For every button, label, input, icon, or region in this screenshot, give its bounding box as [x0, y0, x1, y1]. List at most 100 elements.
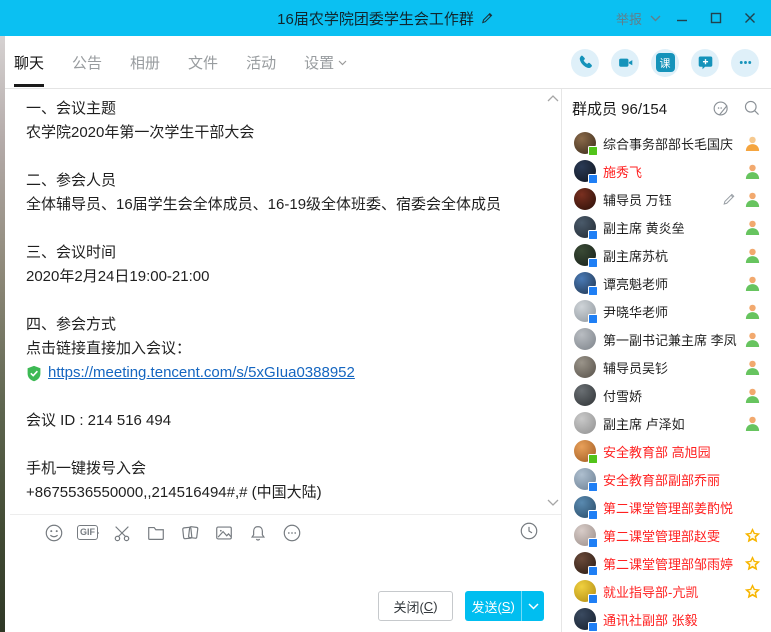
tab-label: 相册	[130, 52, 160, 73]
blank-line	[26, 289, 537, 313]
tab-bar: 聊天公告 相册 文件 活动 设置 课	[0, 36, 771, 89]
tab-聊天[interactable]: 聊天	[14, 36, 44, 89]
class-badge-label: 课	[656, 53, 675, 72]
maximize-button[interactable]	[703, 5, 729, 31]
member-row[interactable]: 施秀飞	[562, 157, 771, 185]
blank-line	[26, 145, 537, 169]
member-row[interactable]: 第二课堂管理部赵雯	[562, 521, 771, 549]
avatar	[574, 300, 596, 322]
member-level-person-icon	[744, 219, 761, 236]
report-button[interactable]: 举报	[616, 9, 642, 28]
emoji-icon[interactable]	[43, 522, 65, 544]
online-badge	[588, 482, 598, 492]
message-history-icon[interactable]	[519, 521, 541, 543]
chat-panel: 一、会议主题农学院2020年第一次学生干部大会二、参会人员全体辅导员、16届学生…	[5, 89, 561, 632]
member-name: 付雪娇	[603, 386, 737, 405]
edit-member-card-icon[interactable]	[721, 191, 737, 207]
member-row[interactable]: 副主席苏杭	[562, 241, 771, 269]
avatar	[574, 608, 596, 630]
gif-label: GIF	[77, 525, 98, 540]
avatar	[574, 244, 596, 266]
image-icon[interactable]	[213, 522, 235, 544]
tab-label: 活动	[246, 52, 276, 73]
chat-text-line: 点击链接直接加入会议：	[26, 337, 537, 361]
chat-text-line: 四、参会方式	[26, 313, 537, 337]
avatar	[574, 272, 596, 294]
avatar	[574, 468, 596, 490]
avatar	[574, 132, 596, 154]
member-name: 安全教育部副部乔丽	[603, 470, 761, 489]
close-button[interactable]	[737, 5, 763, 31]
gif-icon[interactable]: GIF	[77, 522, 99, 544]
member-level-person-icon	[744, 303, 761, 320]
avatar	[574, 496, 596, 518]
send-button[interactable]: 发送(S)	[465, 591, 544, 621]
more-tools-icon[interactable]	[281, 522, 303, 544]
member-name: 副主席 卢泽如	[603, 414, 737, 433]
online-badge	[588, 622, 598, 632]
chat-text-line: 三、会议时间	[26, 241, 537, 265]
member-row[interactable]: 副主席 黄炎垒	[562, 213, 771, 241]
qq-group-chat-window: 16届农学院团委学生会工作群 举报 聊天公告相册文件活动设置	[0, 0, 771, 632]
send-options-chevron-icon[interactable]	[521, 591, 544, 621]
tab-文件[interactable]: 文件	[188, 36, 218, 89]
tab-公告[interactable]: 公告	[72, 36, 102, 89]
member-row[interactable]: 辅导员吴钐	[562, 353, 771, 381]
member-row[interactable]: 第二课堂管理部邹雨婷	[562, 549, 771, 577]
member-level-person-icon	[744, 247, 761, 264]
video-call-icon[interactable]	[611, 49, 639, 77]
minimize-button[interactable]	[669, 5, 695, 31]
tab-相册[interactable]: 相册	[130, 36, 160, 89]
file-folder-icon[interactable]	[145, 522, 167, 544]
member-row[interactable]: 通讯社副部 张毅	[562, 605, 771, 632]
member-name: 辅导员 万钰	[603, 190, 714, 209]
edit-title-icon[interactable]	[480, 11, 494, 25]
member-level-person-icon	[744, 191, 761, 208]
member-name: 尹晓华老师	[603, 302, 737, 321]
screenshot-scissors-icon[interactable]	[111, 522, 133, 544]
report-chevron-icon[interactable]	[650, 15, 661, 22]
class-icon[interactable]: 课	[651, 49, 679, 77]
member-name: 辅导员吴钐	[603, 358, 737, 377]
chat-text-line: 会议 ID : 214 516 494	[26, 409, 537, 433]
star-icon	[744, 527, 761, 544]
avatar	[574, 328, 596, 350]
search-icon[interactable]	[743, 99, 761, 117]
member-row[interactable]: 尹晓华老师	[562, 297, 771, 325]
member-row[interactable]: 付雪娇	[562, 381, 771, 409]
chat-text-line: 二、参会人员	[26, 169, 537, 193]
member-row[interactable]: 谭亮魁老师	[562, 269, 771, 297]
tab-label: 设置	[304, 52, 334, 73]
close-chat-button[interactable]: 关闭(C)	[378, 591, 453, 621]
online-badge	[588, 454, 598, 464]
scroll-up-icon[interactable]	[546, 93, 560, 103]
meeting-link[interactable]: https://meeting.tencent.com/s/5xGIua0388…	[48, 361, 355, 385]
more-icon[interactable]	[731, 49, 759, 77]
member-row[interactable]: 安全教育部 高旭园	[562, 437, 771, 465]
tab-活动[interactable]: 活动	[246, 36, 276, 89]
member-row[interactable]: 就业指导部-亢凯	[562, 577, 771, 605]
member-row[interactable]: 副主席 卢泽如	[562, 409, 771, 437]
shake-window-icon[interactable]	[179, 522, 201, 544]
online-badge	[588, 510, 598, 520]
voice-call-icon[interactable]	[571, 49, 599, 77]
member-row[interactable]: 安全教育部副部乔丽	[562, 465, 771, 493]
scroll-down-icon[interactable]	[546, 498, 560, 508]
notify-bell-icon[interactable]	[247, 522, 269, 544]
member-row[interactable]: 综合事务部部长毛国庆	[562, 129, 771, 157]
member-level-person-icon	[744, 387, 761, 404]
tab-bar-tabs: 聊天公告 相册 文件 活动 设置	[14, 36, 347, 89]
online-badge	[588, 314, 598, 324]
member-row[interactable]: 第二课堂管理部姜酌悦	[562, 493, 771, 521]
anonymous-chat-icon[interactable]	[712, 99, 731, 118]
message-input[interactable]	[10, 550, 566, 588]
member-name: 副主席苏杭	[603, 246, 737, 265]
member-row[interactable]: 辅导员 万钰	[562, 185, 771, 213]
send-label-wrap[interactable]: 发送(S)	[465, 591, 521, 621]
member-level-person-icon	[744, 359, 761, 376]
member-row[interactable]: 第一副书记兼主席 李凤仪	[562, 325, 771, 353]
tab-设置[interactable]: 设置	[304, 36, 347, 89]
add-post-icon[interactable]	[691, 49, 719, 77]
chat-text-line: 一、会议主题	[26, 97, 537, 121]
avatar	[574, 440, 596, 462]
